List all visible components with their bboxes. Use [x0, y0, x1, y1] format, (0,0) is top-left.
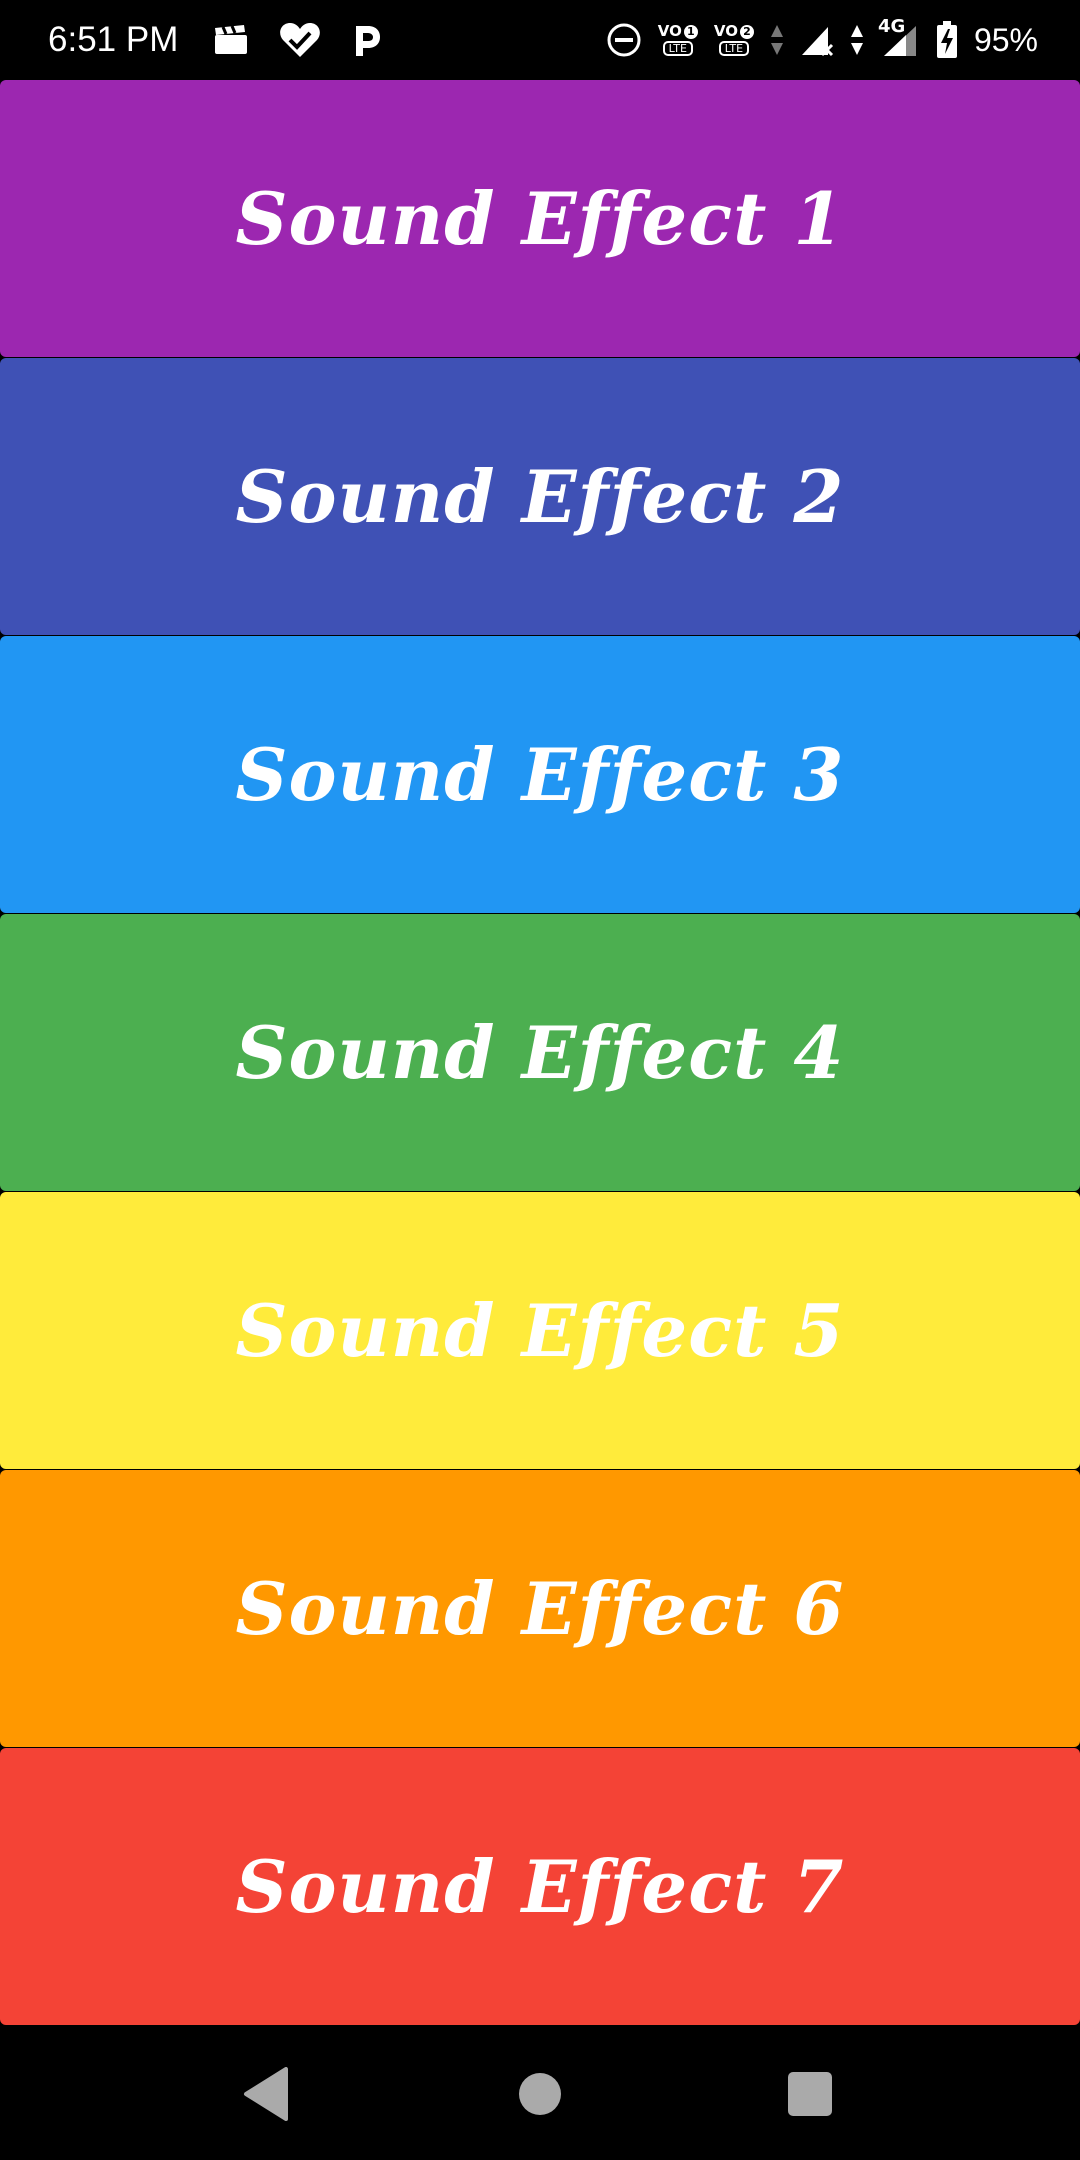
home-circle-icon	[516, 2070, 564, 2118]
sim-number: 2	[739, 24, 754, 39]
status-bar: 6:51 PM VO 1 LTE VO 2 LTE 4G 95%	[0, 0, 1080, 80]
phone-screen: 6:51 PM VO 1 LTE VO 2 LTE 4G 95% Sound E…	[0, 0, 1080, 2160]
sound-effect-label: Sound Effect 6	[235, 1566, 845, 1651]
sound-effect-label: Sound Effect 7	[235, 1844, 845, 1929]
sound-effect-label: Sound Effect 4	[235, 1010, 845, 1095]
signal-4g-icon: 4G	[878, 16, 920, 58]
parking-p-icon	[352, 22, 382, 58]
sound-effect-label: Sound Effect 3	[235, 732, 845, 817]
sound-effect-label: Sound Effect 1	[235, 176, 845, 261]
recents-square-icon	[786, 2070, 834, 2118]
volte-label: VO	[657, 22, 682, 40]
battery-charging-icon	[936, 21, 958, 59]
do-not-disturb-icon	[606, 22, 642, 58]
sound-effect-label: Sound Effect 5	[235, 1288, 845, 1373]
status-time: 6:51 PM	[48, 20, 179, 59]
sound-effect-7-button[interactable]: Sound Effect 7	[0, 1748, 1080, 2025]
volte-sim1-indicator: VO 1 LTE	[658, 24, 698, 56]
volte-sim2-indicator: VO 2 LTE	[714, 24, 754, 56]
data-arrows-icon	[850, 23, 864, 57]
sim-number: 1	[683, 24, 698, 39]
sound-effect-list: Sound Effect 1 Sound Effect 2 Sound Effe…	[0, 80, 1080, 2080]
sound-effect-label: Sound Effect 2	[235, 454, 845, 539]
clapperboard-icon	[214, 25, 248, 55]
volte-label: VO	[713, 22, 738, 40]
sound-effect-6-button[interactable]: Sound Effect 6	[0, 1470, 1080, 1747]
heart-check-icon	[278, 21, 322, 59]
sound-effect-5-button[interactable]: Sound Effect 5	[0, 1192, 1080, 1469]
navigation-bar	[0, 2028, 1080, 2160]
sound-effect-2-button[interactable]: Sound Effect 2	[0, 358, 1080, 635]
sound-effect-4-button[interactable]: Sound Effect 4	[0, 914, 1080, 1191]
recents-button[interactable]	[765, 2049, 855, 2139]
back-button[interactable]	[222, 2049, 312, 2139]
battery-percent: 95%	[973, 21, 1038, 58]
data-arrows-icon	[770, 23, 784, 57]
network-type-label: 4G	[877, 16, 906, 37]
sound-effect-1-button[interactable]: Sound Effect 1	[0, 80, 1080, 357]
lte-label: LTE	[662, 41, 693, 56]
status-right: VO 1 LTE VO 2 LTE 4G 95%	[606, 16, 1038, 59]
signal-no-service-icon	[800, 23, 834, 57]
status-left: 6:51 PM	[48, 20, 382, 60]
lte-label: LTE	[718, 41, 750, 56]
sound-effect-3-button[interactable]: Sound Effect 3	[0, 636, 1080, 913]
home-button[interactable]	[495, 2049, 585, 2139]
back-triangle-icon	[242, 2067, 292, 2121]
